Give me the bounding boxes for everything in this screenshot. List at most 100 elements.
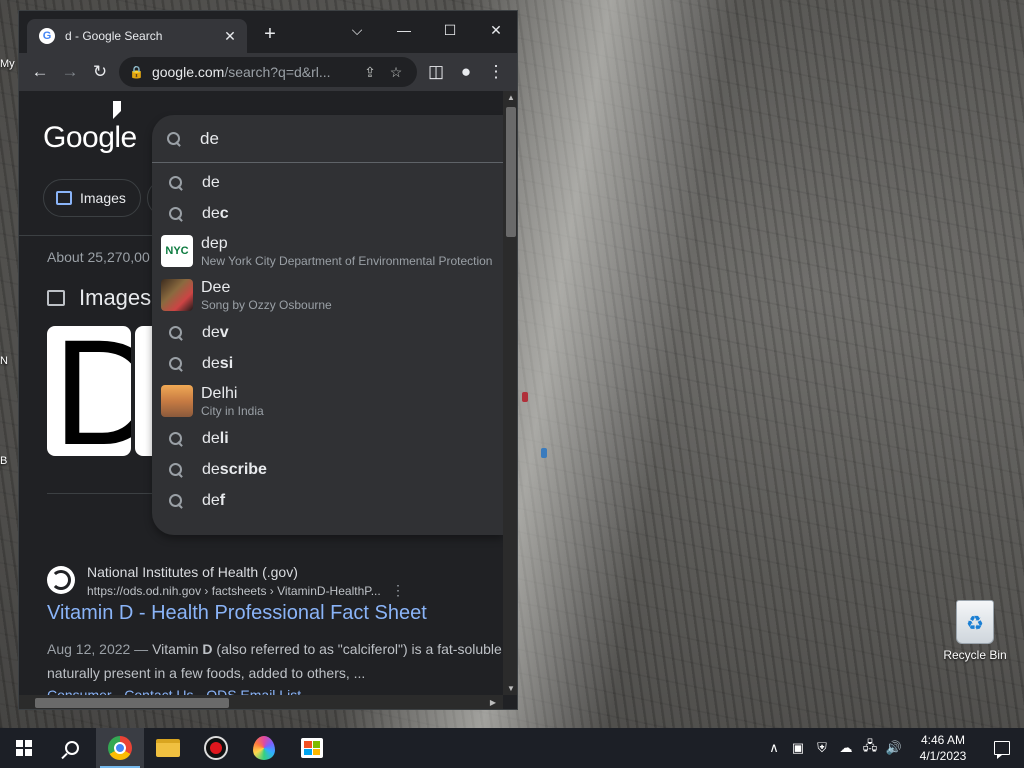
scroll-right-arrow-icon[interactable]: ▶ <box>485 698 501 707</box>
images-filter-chip[interactable]: Images <box>43 179 141 217</box>
suggestion-prefix: de <box>202 204 220 222</box>
sitelink-contact-us[interactable]: Contact Us <box>124 687 193 695</box>
suggestion-completion: li <box>219 429 229 447</box>
back-button[interactable]: ← <box>25 57 55 87</box>
desktop-icon-label-partial[interactable]: N <box>0 355 18 367</box>
suggestion-prefix: De <box>201 278 222 296</box>
suggestion-list: de dec NYC dep New York City Department … <box>152 163 503 516</box>
horizontal-scrollbar[interactable]: ▶ <box>19 695 503 709</box>
mouse-pointer-icon <box>113 101 121 119</box>
horizontal-scroll-thumb[interactable] <box>35 698 229 708</box>
images-heading-label: Images <box>79 285 152 310</box>
image-icon <box>47 290 65 306</box>
suggestion-item[interactable]: dev <box>152 317 503 348</box>
profile-icon[interactable]: ● <box>451 57 481 87</box>
scroll-up-arrow-icon[interactable]: ▲ <box>503 93 517 102</box>
suggestion-prefix: de <box>202 354 220 372</box>
taskbar-chrome[interactable] <box>96 728 144 768</box>
taskbar-file-explorer[interactable] <box>144 728 192 768</box>
forward-button[interactable]: → <box>55 57 85 87</box>
lock-icon[interactable]: 🔒 <box>129 65 144 79</box>
taskbar-store[interactable] <box>288 728 336 768</box>
search-icon <box>168 493 184 509</box>
maximize-button[interactable]: ☐ <box>427 15 473 45</box>
taskbar: ∧ ▣ ⛨ ☁ 🖧 🔊 4:46 AM 4/1/2023 <box>0 728 1024 768</box>
result-title-link[interactable]: Vitamin D - Health Professional Fact She… <box>47 602 427 625</box>
reload-button[interactable]: ↻ <box>85 57 115 87</box>
tab-search-dropdown-icon[interactable]: ⌵ <box>334 15 380 45</box>
browser-window: G d - Google Search ✕ + ⌵ — ☐ ✕ ← → ↻ 🔒 … <box>18 10 518 710</box>
result-stats: About 25,270,00 <box>47 249 150 265</box>
sitelink-separator: · <box>115 687 121 695</box>
suggestion-item-rich[interactable]: NYC dep New York City Department of Envi… <box>152 229 503 273</box>
sitelink-ods-email-list[interactable]: ODS Email List <box>206 687 301 695</box>
onedrive-cloud-icon[interactable]: ☁ <box>834 740 858 756</box>
snippet-text: (also referred to as "calciferol") is a … <box>212 641 502 657</box>
tray-app-icon[interactable]: ▣ <box>786 740 810 756</box>
taskbar-recorder[interactable] <box>192 728 240 768</box>
side-panel-icon[interactable]: ◫ <box>421 57 451 87</box>
suggestion-text: def <box>202 492 225 510</box>
suggestion-item[interactable]: desi <box>152 348 503 379</box>
search-box[interactable] <box>152 115 503 163</box>
desktop-icon-label-partial[interactable]: My <box>0 58 18 70</box>
thumb-text: De <box>53 326 131 456</box>
folder-icon <box>156 739 180 757</box>
windows-logo-icon <box>16 740 32 756</box>
search-icon <box>168 175 184 191</box>
suggestion-text: desi <box>202 355 233 373</box>
sitelink-separator: · <box>197 687 203 695</box>
suggestion-item[interactable]: def <box>152 485 503 516</box>
sitelink-consumer[interactable]: Consumer <box>47 687 112 695</box>
suggestion-completion: v <box>219 323 229 341</box>
suggestion-item[interactable]: dec <box>152 198 503 229</box>
clock[interactable]: 4:46 AM 4/1/2023 <box>906 732 980 764</box>
desktop-icon-label-partial[interactable]: B <box>0 455 18 467</box>
search-input[interactable] <box>200 128 480 149</box>
suggestion-item-rich[interactable]: Dee Song by Ozzy Osbourne <box>152 273 503 317</box>
search-autocomplete-dropdown: de dec NYC dep New York City Department … <box>152 115 503 535</box>
suggestion-item[interactable]: describe <box>152 454 503 485</box>
image-icon <box>56 191 72 205</box>
tab-close-icon[interactable]: ✕ <box>221 28 239 45</box>
minimize-button[interactable]: — <box>381 15 427 45</box>
windows-security-shield-icon[interactable]: ⛨ <box>810 740 834 756</box>
result-more-options-icon[interactable]: ⋮ <box>391 582 405 599</box>
result-site-name[interactable]: National Institutes of Health (.gov) <box>87 564 298 580</box>
recycle-bin-label: Recycle Bin <box>943 648 1007 662</box>
action-center-button[interactable] <box>980 728 1024 768</box>
start-button[interactable] <box>0 728 48 768</box>
menu-kebab-icon[interactable]: ⋮ <box>481 57 511 87</box>
notification-icon <box>994 741 1010 759</box>
recycle-bin[interactable]: Recycle Bin <box>940 600 1010 662</box>
suggestion-prefix: de <box>202 460 220 478</box>
store-icon <box>301 738 323 758</box>
suggestion-subtitle: Song by Ozzy Osbourne <box>201 297 332 312</box>
taskbar-paint[interactable] <box>240 728 288 768</box>
images-section-heading: Images <box>47 285 151 311</box>
address-bar[interactable]: 🔒 google.com/search?q=d&rl... ⇪ ☆ <box>119 57 417 87</box>
network-icon[interactable]: 🖧 <box>858 737 882 759</box>
suggestion-completion: lhi <box>221 384 238 402</box>
url-text[interactable]: google.com/search?q=d&rl... <box>152 64 357 80</box>
climber-figure <box>541 448 547 458</box>
result-url[interactable]: https://ods.od.nih.gov › factsheets › Vi… <box>87 584 381 598</box>
tab-title: d - Google Search <box>65 29 163 43</box>
tab-google-search[interactable]: G d - Google Search ✕ <box>27 19 247 53</box>
search-icon <box>168 431 184 447</box>
close-window-button[interactable]: ✕ <box>473 15 517 45</box>
suggestion-item-rich[interactable]: Delhi City in India <box>152 379 503 423</box>
tray-overflow-chevron-icon[interactable]: ∧ <box>762 740 786 756</box>
volume-icon[interactable]: 🔊 <box>882 740 906 756</box>
taskbar-search-button[interactable] <box>48 728 96 768</box>
image-result-thumb[interactable]: De <box>47 326 131 456</box>
google-logo[interactable]: Google <box>43 121 137 155</box>
new-tab-button[interactable]: + <box>259 23 281 46</box>
suggestion-item[interactable]: de <box>152 167 503 198</box>
vertical-scrollbar[interactable]: ▲ ▼ <box>503 91 517 695</box>
suggestion-item[interactable]: deli <box>152 423 503 454</box>
vertical-scroll-thumb[interactable] <box>506 107 516 237</box>
bookmark-star-icon[interactable]: ☆ <box>383 64 409 81</box>
scroll-down-arrow-icon[interactable]: ▼ <box>503 684 517 693</box>
share-icon[interactable]: ⇪ <box>357 64 383 81</box>
